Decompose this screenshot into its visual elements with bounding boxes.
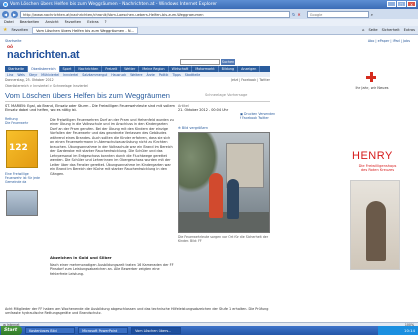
divider — [5, 101, 270, 102]
article-body-2: Nach einer mehrmonatigen Ausbildungszeit… — [50, 263, 174, 276]
window-title: Vom Löschen übers Helfen bis zum Weggräu… — [10, 1, 217, 7]
enlarge-image-link[interactable]: ⊕ Bild vergrößern — [178, 126, 208, 130]
maximize-button[interactable]: □ — [397, 1, 406, 7]
article-photo[interactable] — [178, 132, 270, 233]
twitter-link[interactable]: Twitter — [258, 116, 269, 120]
article-headline: Vom Löschen übers Helfen bis zum Weggräu… — [5, 91, 170, 100]
thumb-text: 122 — [9, 143, 28, 153]
social-links[interactable]: Jetzt | Facebook | Twitter — [231, 78, 270, 83]
search-icon[interactable]: ⌕ — [371, 12, 373, 17]
window-titlebar: Vom Löschen übers Helfen bis zum Weggräu… — [0, 0, 418, 9]
startseite-link[interactable]: Startseite — [5, 39, 22, 44]
ad-figure — [366, 201, 386, 261]
subnav-item[interactable]: Mühlviertel — [41, 73, 59, 77]
facebook-icon[interactable]: f — [240, 116, 241, 120]
article-subhead: Abzeichen in Gold und Silber — [50, 255, 112, 260]
favorites-bar: ★ Favoriten Vom Löschen übers Helfen bis… — [0, 26, 418, 35]
ie-icon — [3, 2, 8, 7]
enlarge-label: Bild vergrößern — [181, 126, 209, 130]
menu-datei[interactable]: Datei — [4, 20, 14, 24]
side-links: Rettung Die Feuerwehr — [5, 117, 45, 125]
henry-ad-image[interactable] — [350, 180, 400, 270]
subnav-item[interactable]: Steyr — [29, 73, 37, 77]
henry-ad-subtitle[interactable]: Die Freiwilligenshops des Roten Kreuzes — [355, 164, 400, 173]
refresh-icon[interactable]: ↻ — [292, 12, 295, 17]
red-cross-logo[interactable] — [366, 72, 376, 82]
browser-tab[interactable]: Vom Löschen übers Helfen bis zum Weggräu… — [32, 26, 138, 34]
service-links[interactable]: Abo | ePaper | iPad | Jobs — [368, 39, 410, 44]
subnav-item[interactable]: Salzkammergut — [82, 73, 107, 77]
photo-person-1 — [209, 173, 223, 218]
photo-person-2 — [227, 179, 239, 219]
site-search-input[interactable] — [180, 59, 220, 65]
menu-help[interactable]: ? — [105, 20, 107, 24]
subnav-item[interactable]: Politik — [159, 73, 169, 77]
page-menu[interactable]: Seite — [368, 28, 377, 32]
tools-menu[interactable]: Extras — [404, 28, 415, 32]
minimize-button[interactable]: _ — [387, 1, 396, 7]
search-input[interactable]: Google — [306, 10, 369, 18]
menu-bearbeiten[interactable]: Bearbeiten — [20, 20, 40, 24]
menu-favoriten[interactable]: Favoriten — [65, 20, 82, 24]
site-search-button[interactable]: Suchen — [221, 59, 235, 65]
web-page: Startseite Abo | ePaper | iPad | Jobs OÖ… — [0, 35, 418, 322]
menu-ansicht[interactable]: Ansicht — [45, 20, 58, 24]
address-bar: ◀ ▶ http://www.nachrichten.at/nachrichte… — [0, 9, 418, 19]
subnav-item[interactable]: Tipps — [172, 73, 180, 77]
close-button[interactable]: x — [407, 1, 416, 7]
favorites-label[interactable]: Favoriten — [11, 28, 28, 32]
top-strip: Startseite Abo | ePaper | iPad | Jobs — [5, 39, 410, 44]
star-icon[interactable]: ★ — [3, 27, 7, 33]
home-icon[interactable]: ⌂ — [362, 28, 364, 32]
subnav-item[interactable]: Wels — [17, 73, 24, 77]
side-link[interactable]: Die Feuerwehr — [5, 121, 45, 125]
thumb-caption[interactable]: Eine Freiwillige Feuerwehr ist für jede … — [5, 172, 43, 184]
taskbar-item[interactable]: Kostenloses Bild — [25, 327, 76, 334]
article-body-3: Acht Mitglieder der FF haben am Wochenen… — [5, 307, 269, 316]
article-body: Die Freiwilligen Feuerwehren Dorf an der… — [50, 118, 174, 176]
sub-nav: Linz Wels Steyr Mühlviertel Innviertel S… — [5, 72, 270, 77]
taskbar-item-active[interactable]: Vom Löschen übers... — [131, 327, 182, 334]
subnav-item[interactable]: Ärzte — [146, 73, 154, 77]
subnav-item[interactable]: Weitere — [130, 73, 142, 77]
thumb-image[interactable] — [6, 190, 38, 216]
breadcrumb[interactable]: Oberösterreich > Innviertel > Schneelage… — [5, 84, 270, 89]
url-input[interactable]: http://www.nachrichten.at/nachrichten/ch… — [20, 10, 290, 18]
henry-ad-logo[interactable]: HENRY — [352, 150, 402, 164]
security-menu[interactable]: Sicherheit — [382, 28, 400, 32]
photo-ground — [179, 212, 269, 232]
stop-icon[interactable]: ✕ — [297, 12, 300, 17]
ad-text[interactable]: Ihr Jahr, wir Neues — [352, 86, 392, 90]
site-logo[interactable]: nachrichten.at — [7, 49, 80, 63]
forward-icon[interactable]: ▶ — [11, 10, 18, 18]
back-icon[interactable]: ◀ — [2, 10, 9, 18]
taskbar-item[interactable]: Microsoft PowerPoint — [78, 327, 129, 334]
subnav-item[interactable]: Hausruck — [111, 73, 126, 77]
subnav-item[interactable]: Linz — [7, 73, 13, 77]
emergency-number-image[interactable]: 122 — [6, 130, 38, 168]
subnav-item[interactable]: Innviertel — [63, 73, 78, 77]
start-button[interactable]: Start — [1, 326, 23, 335]
system-clock[interactable]: 10:14 — [378, 326, 418, 335]
photo-caption: Die Feuerwehrleute sorgen vor Ort für di… — [178, 235, 269, 243]
taskbar: Start Kostenloses Bild Microsoft PowerPo… — [0, 326, 418, 335]
date-text: Donnerstag, 25. Oktober 2012 — [5, 78, 54, 82]
share-box: ▣ Drucken Versenden f Facebook Twitter — [240, 112, 280, 120]
facebook-link[interactable]: Facebook — [242, 116, 257, 120]
subnav-item[interactable]: Stadtteile — [185, 73, 200, 77]
date-row: Donnerstag, 25. Oktober 2012 Jetzt | Fac… — [5, 78, 270, 83]
headline-aside[interactable]: Schneelage Vorhersage — [205, 93, 247, 97]
article-lead: ST. MARIEN: Egal, ob Brand, Einsatz oder… — [5, 104, 175, 113]
menu-bar: Datei Bearbeiten Ansicht Favoriten Extra… — [0, 19, 418, 26]
menu-extras[interactable]: Extras — [87, 20, 98, 24]
